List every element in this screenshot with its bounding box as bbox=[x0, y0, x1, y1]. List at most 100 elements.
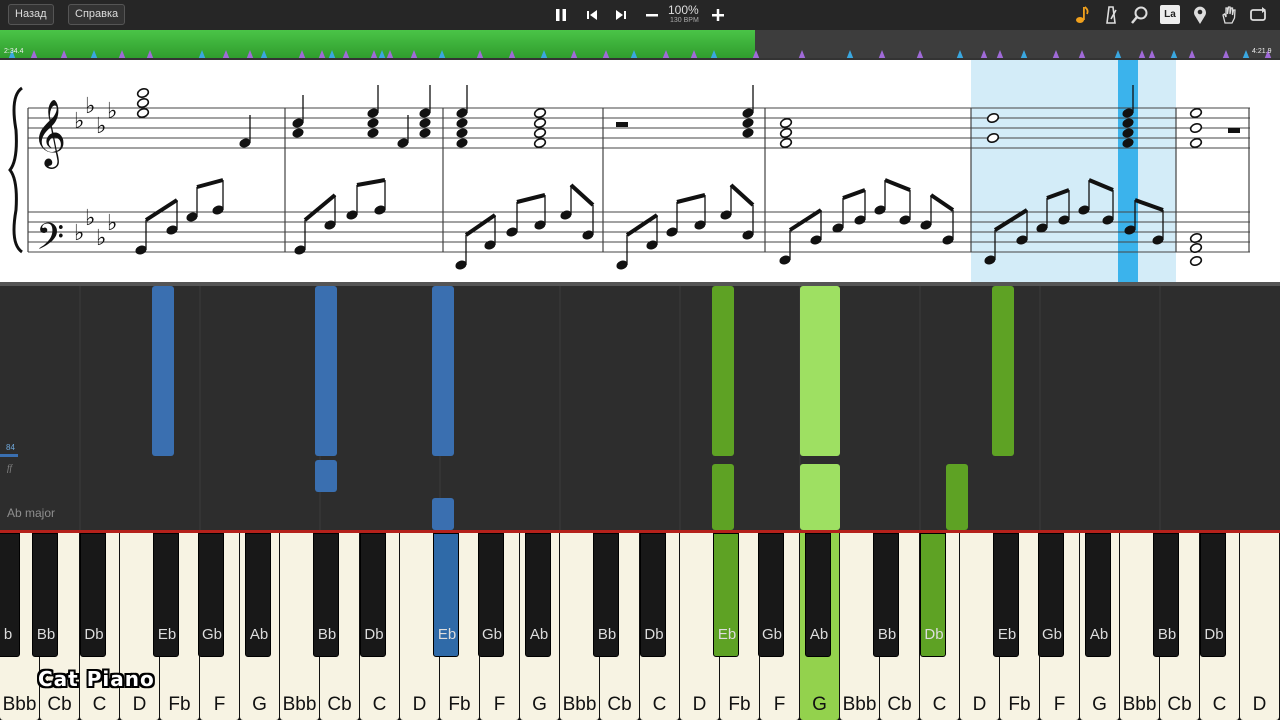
metronome-icon[interactable] bbox=[1100, 4, 1122, 26]
top-toolbar: Назад Справка 100% 130 BPM La bbox=[0, 0, 1280, 30]
location-pin-icon[interactable] bbox=[1189, 4, 1211, 26]
white-key-label: C bbox=[932, 694, 947, 715]
rest bbox=[1228, 128, 1240, 133]
velocity-bar bbox=[0, 454, 18, 457]
flat-icon: ♭ bbox=[85, 94, 95, 119]
white-key-label: Bbb bbox=[1122, 694, 1157, 715]
white-key-label: Cb bbox=[607, 694, 632, 715]
falling-note bbox=[315, 286, 337, 456]
black-key[interactable]: Eb bbox=[993, 533, 1019, 657]
black-key[interactable]: Db bbox=[920, 533, 946, 657]
black-key[interactable]: Eb bbox=[153, 533, 179, 657]
current-measure-highlight bbox=[971, 60, 1176, 282]
white-key-label: Cb bbox=[887, 694, 912, 715]
black-key[interactable]: Bb bbox=[32, 533, 58, 657]
black-key[interactable]: Gb bbox=[758, 533, 784, 657]
black-key[interactable]: Bb bbox=[873, 533, 899, 657]
key-signature: ♭♭♭♭♭♭♭♭ bbox=[74, 94, 117, 251]
song-progress-bar[interactable]: 2:34.4 4:21.9 bbox=[0, 30, 1280, 60]
black-key[interactable]: Eb bbox=[433, 533, 459, 657]
white-key-label: F bbox=[773, 694, 786, 715]
black-key-label: Ab bbox=[529, 626, 549, 643]
white-key-label: D bbox=[692, 694, 707, 715]
help-button[interactable]: Справка bbox=[68, 4, 126, 25]
white-key-label: Fb bbox=[448, 694, 471, 715]
notehead bbox=[456, 118, 468, 128]
beam bbox=[144, 198, 179, 222]
black-key[interactable]: Gb bbox=[478, 533, 504, 657]
notehead bbox=[1189, 107, 1203, 119]
falling-note bbox=[800, 286, 840, 456]
white-key-label: Fb bbox=[1008, 694, 1031, 715]
falling-notes-area: 84 ff Ab major bbox=[0, 286, 1280, 530]
note-icon[interactable] bbox=[1071, 4, 1093, 26]
beam bbox=[569, 183, 595, 207]
white-key[interactable]: D bbox=[1240, 533, 1279, 720]
black-key[interactable]: Db bbox=[640, 533, 666, 657]
beam bbox=[788, 208, 823, 232]
black-key-label: Bb bbox=[1157, 626, 1177, 643]
black-key-label: Gb bbox=[1041, 626, 1062, 643]
notehead bbox=[456, 138, 468, 148]
notehead bbox=[742, 118, 754, 128]
velocity-dynamic: ff bbox=[7, 463, 13, 473]
beam bbox=[196, 178, 224, 189]
black-key-label: Db bbox=[924, 626, 944, 643]
beam bbox=[516, 193, 546, 204]
white-key-label: C bbox=[1212, 694, 1227, 715]
black-key-label: Ab bbox=[249, 626, 269, 643]
bass-clef-icon: 𝄢 bbox=[36, 216, 64, 267]
hand-icon[interactable] bbox=[1218, 4, 1240, 26]
back-button[interactable]: Назад bbox=[8, 4, 54, 25]
zoom-level: 100% bbox=[668, 3, 699, 17]
falling-note bbox=[712, 286, 734, 456]
falling-notes bbox=[0, 286, 1161, 530]
notehead bbox=[1189, 255, 1203, 267]
white-key-label: C bbox=[92, 694, 107, 715]
note-name-icon[interactable]: La bbox=[1160, 5, 1180, 24]
black-key[interactable]: b bbox=[0, 533, 20, 657]
white-key-label: Bbb bbox=[2, 694, 37, 715]
black-key[interactable]: Db bbox=[80, 533, 106, 657]
black-key[interactable]: Bb bbox=[1153, 533, 1179, 657]
falling-note bbox=[712, 464, 734, 530]
next-icon[interactable] bbox=[610, 4, 632, 26]
black-key[interactable]: Db bbox=[360, 533, 386, 657]
previous-icon[interactable] bbox=[581, 4, 603, 26]
notehead bbox=[136, 97, 150, 109]
black-key-label: Eb bbox=[997, 626, 1017, 643]
falling-note bbox=[800, 464, 840, 530]
falling-note bbox=[152, 286, 174, 456]
black-key-label: Eb bbox=[717, 626, 737, 643]
white-key-label: Bbb bbox=[842, 694, 877, 715]
black-key[interactable]: Ab bbox=[525, 533, 551, 657]
white-key-label: Cb bbox=[1167, 694, 1192, 715]
grand-staff-brace bbox=[8, 86, 23, 254]
notehead bbox=[533, 107, 547, 119]
white-key-label: D bbox=[1252, 694, 1267, 715]
notehead bbox=[533, 137, 547, 149]
black-key[interactable]: Eb bbox=[713, 533, 739, 657]
black-key[interactable]: Bb bbox=[593, 533, 619, 657]
black-key[interactable]: Ab bbox=[1085, 533, 1111, 657]
black-key[interactable]: Ab bbox=[805, 533, 831, 657]
plus-icon[interactable] bbox=[707, 4, 729, 26]
black-key-label: Bb bbox=[317, 626, 337, 643]
black-key[interactable]: Db bbox=[1200, 533, 1226, 657]
white-key-label: G bbox=[812, 694, 827, 715]
black-key[interactable]: Bb bbox=[313, 533, 339, 657]
notehead bbox=[533, 127, 547, 139]
pause-icon[interactable] bbox=[550, 4, 572, 26]
piano-keyboard[interactable]: Bbb Cb C D Fb F G Bbb Cb C D Fb F G Bbb Cb C D Fb F G Bbb Cb C D… bbox=[0, 533, 1280, 720]
beam bbox=[929, 193, 955, 212]
loop-icon[interactable] bbox=[1247, 4, 1269, 26]
total-time: 4:21.9 bbox=[1252, 48, 1272, 55]
minus-icon[interactable] bbox=[641, 4, 663, 26]
black-key[interactable]: Ab bbox=[245, 533, 271, 657]
white-key-label: D bbox=[132, 694, 147, 715]
search-icon[interactable] bbox=[1129, 4, 1151, 26]
notehead bbox=[1189, 137, 1203, 149]
notehead bbox=[136, 87, 150, 99]
black-key[interactable]: Gb bbox=[198, 533, 224, 657]
black-key[interactable]: Gb bbox=[1038, 533, 1064, 657]
